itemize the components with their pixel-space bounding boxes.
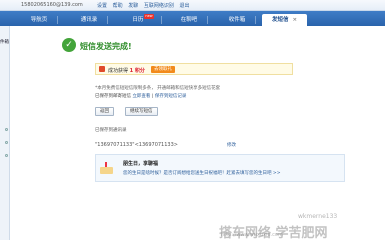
help-link[interactable]: 帮助 (113, 3, 123, 9)
close-icon[interactable]: × (292, 17, 297, 23)
tab-home[interactable]: 导航页 (20, 14, 58, 26)
birthday-promo: 朋生日，享聊福 您的生日是啥时候？是否订阅想给您送生日祝福吧！赶紧去填写您的生日… (95, 154, 345, 182)
bullet-icon (5, 141, 8, 144)
logout-link[interactable]: 退出 (179, 3, 189, 9)
edit-contact-link[interactable]: 修改 (227, 142, 236, 148)
bullet-icon (5, 154, 8, 157)
contact-entry: "13697071133"<13697071133> (95, 142, 178, 148)
saved-to-contacts-label: 已保存到通讯录 (95, 128, 127, 133)
network-link[interactable]: 互联网络识别 (144, 3, 174, 9)
quota-note: *本月免费信短短信限制多条， 开通邮箱和信短快享多短信花套 (95, 86, 221, 91)
continue-sms-button[interactable]: 继续写短信 (125, 107, 158, 116)
watermark-url: http://www.wuxuxie.com (221, 232, 283, 238)
left-sidebar: 件箱 (0, 26, 10, 240)
top-account-bar: 15802065160@139.com 设置 帮助 发聊 互联网络识别 退出 (0, 0, 385, 11)
tab-chat[interactable]: 在聊吧 (170, 14, 208, 26)
tab-calendar[interactable]: 日历new (124, 14, 162, 26)
chat-link[interactable]: 发聊 (128, 3, 138, 9)
reward-text: 成功获得 1 积分 (108, 67, 145, 74)
tab-label: 导航页 (30, 17, 48, 23)
settings-link[interactable]: 设置 (97, 3, 107, 9)
watermark-text: wkmerne133 (298, 213, 338, 220)
tab-send-sms[interactable]: 发短信 × (262, 14, 307, 26)
page-title: 短信发送完成! (80, 42, 132, 51)
top-links: 设置 帮助 发聊 互联网络识别 退出 (97, 2, 193, 9)
back-button[interactable]: 返回 (95, 107, 114, 116)
account-email: 15802065160@139.com (21, 2, 83, 8)
tab-label: 通讯录 (80, 17, 98, 23)
birthday-heading: 朋生日，享聊福 (123, 161, 159, 167)
cake-icon (100, 161, 113, 175)
sidebar-label: 件箱 (0, 40, 9, 45)
claim-gift-button[interactable]: 去领取礼 (151, 66, 175, 73)
save-record-link[interactable]: 保存到短信记录 (155, 94, 187, 99)
view-now-link[interactable]: 立即查看 (132, 94, 150, 99)
birthday-link[interactable]: 您的生日是啥时候？是否订阅想给您送生日祝福吧！赶紧去填写您的生日吧 >> (123, 170, 280, 176)
success-check-icon: ✓ (62, 38, 76, 52)
gift-icon (99, 66, 105, 72)
tab-label: 发短信 (271, 17, 289, 23)
tab-inbox[interactable]: 收件箱 (218, 14, 256, 26)
tab-contacts[interactable]: 通讯录 (70, 14, 108, 26)
tab-label: 在聊吧 (180, 17, 198, 23)
saved-note: 已保存到邮寄短信 立即查看 | 保存到短信记录 (95, 94, 187, 99)
bullet-icon (5, 128, 8, 131)
tab-label: 收件箱 (228, 17, 246, 23)
main-tab-bar: 导航页 通讯录 日历new 在聊吧 收件箱 发短信 × (0, 11, 385, 26)
new-badge: new (144, 14, 154, 19)
reward-points: 1 积分 (129, 67, 145, 74)
reward-banner: 成功获得 1 积分 去领取礼 (95, 63, 293, 75)
tab-label: 日历 (132, 17, 144, 23)
